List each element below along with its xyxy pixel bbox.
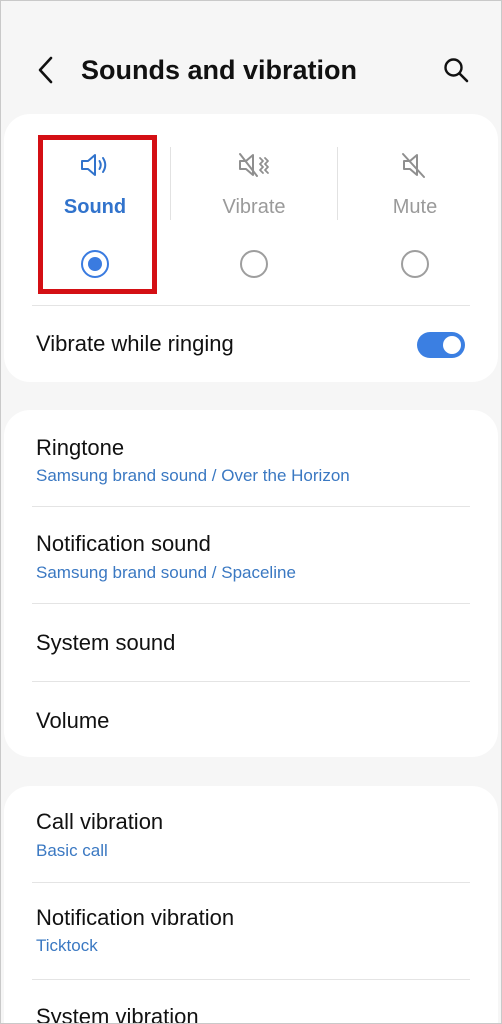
screen: Sounds and vibration Sound Vibrate Mute … [0, 0, 502, 1024]
row-title: System sound [36, 630, 176, 655]
mode-option-sound[interactable]: Sound [12, 114, 178, 304]
speaker-icon [81, 154, 107, 176]
row-title: Call vibration [36, 809, 164, 834]
mode-label: Vibrate [222, 196, 286, 218]
mode-option-mute[interactable]: Mute [332, 114, 498, 304]
setting-row-system-vibration[interactable]: System vibration [4, 980, 498, 1024]
search-button[interactable] [439, 53, 473, 87]
vibrate-while-ringing-toggle[interactable] [417, 332, 465, 358]
setting-row-ringtone[interactable]: Ringtone Samsung brand sound / Over the … [4, 410, 498, 506]
row-title: System vibration [36, 1004, 199, 1024]
mode-radio-vibrate[interactable] [240, 250, 268, 278]
sound-settings-card: Ringtone Samsung brand sound / Over the … [4, 410, 498, 757]
setting-row-system-sound[interactable]: System sound [4, 604, 498, 681]
mode-label: Mute [392, 196, 438, 218]
page-title: Sounds and vibration [81, 55, 358, 85]
row-title: Ringtone [36, 435, 125, 460]
sound-mode-selector: Sound Vibrate Mute [4, 114, 498, 304]
row-subtitle: Ticktock [36, 936, 98, 955]
chevron-left-icon [38, 56, 53, 84]
row-subtitle: Basic call [36, 841, 108, 860]
mode-radio-mute[interactable] [401, 250, 429, 278]
vibration-settings-card: Call vibration Basic call Notification v… [4, 786, 498, 1024]
search-icon [444, 58, 469, 83]
vibrate-while-ringing-row[interactable]: Vibrate while ringing [4, 306, 498, 382]
row-subtitle: Samsung brand sound / Spaceline [36, 563, 296, 582]
setting-row-notification-sound[interactable]: Notification sound Samsung brand sound /… [4, 507, 498, 603]
vibrate-icon [239, 153, 269, 177]
setting-row-volume[interactable]: Volume [4, 682, 498, 757]
mode-label: Sound [63, 196, 127, 218]
row-title: Notification sound [36, 531, 211, 556]
sound-mode-card: Sound Vibrate Mute Vibrate while ringing [4, 114, 498, 382]
setting-row-call-vibration[interactable]: Call vibration Basic call [4, 786, 498, 882]
app-bar: Sounds and vibration [1, 1, 501, 113]
row-subtitle: Samsung brand sound / Over the Horizon [36, 466, 350, 485]
row-title: Volume [36, 708, 110, 733]
mode-radio-sound[interactable] [81, 250, 109, 278]
row-title: Vibrate while ringing [36, 331, 234, 356]
mute-icon [402, 153, 425, 178]
mode-option-vibrate[interactable]: Vibrate [171, 114, 337, 304]
row-title: Notification vibration [36, 905, 235, 930]
back-button[interactable] [29, 53, 63, 87]
setting-row-notification-vibration[interactable]: Notification vibration Ticktock [4, 883, 498, 979]
